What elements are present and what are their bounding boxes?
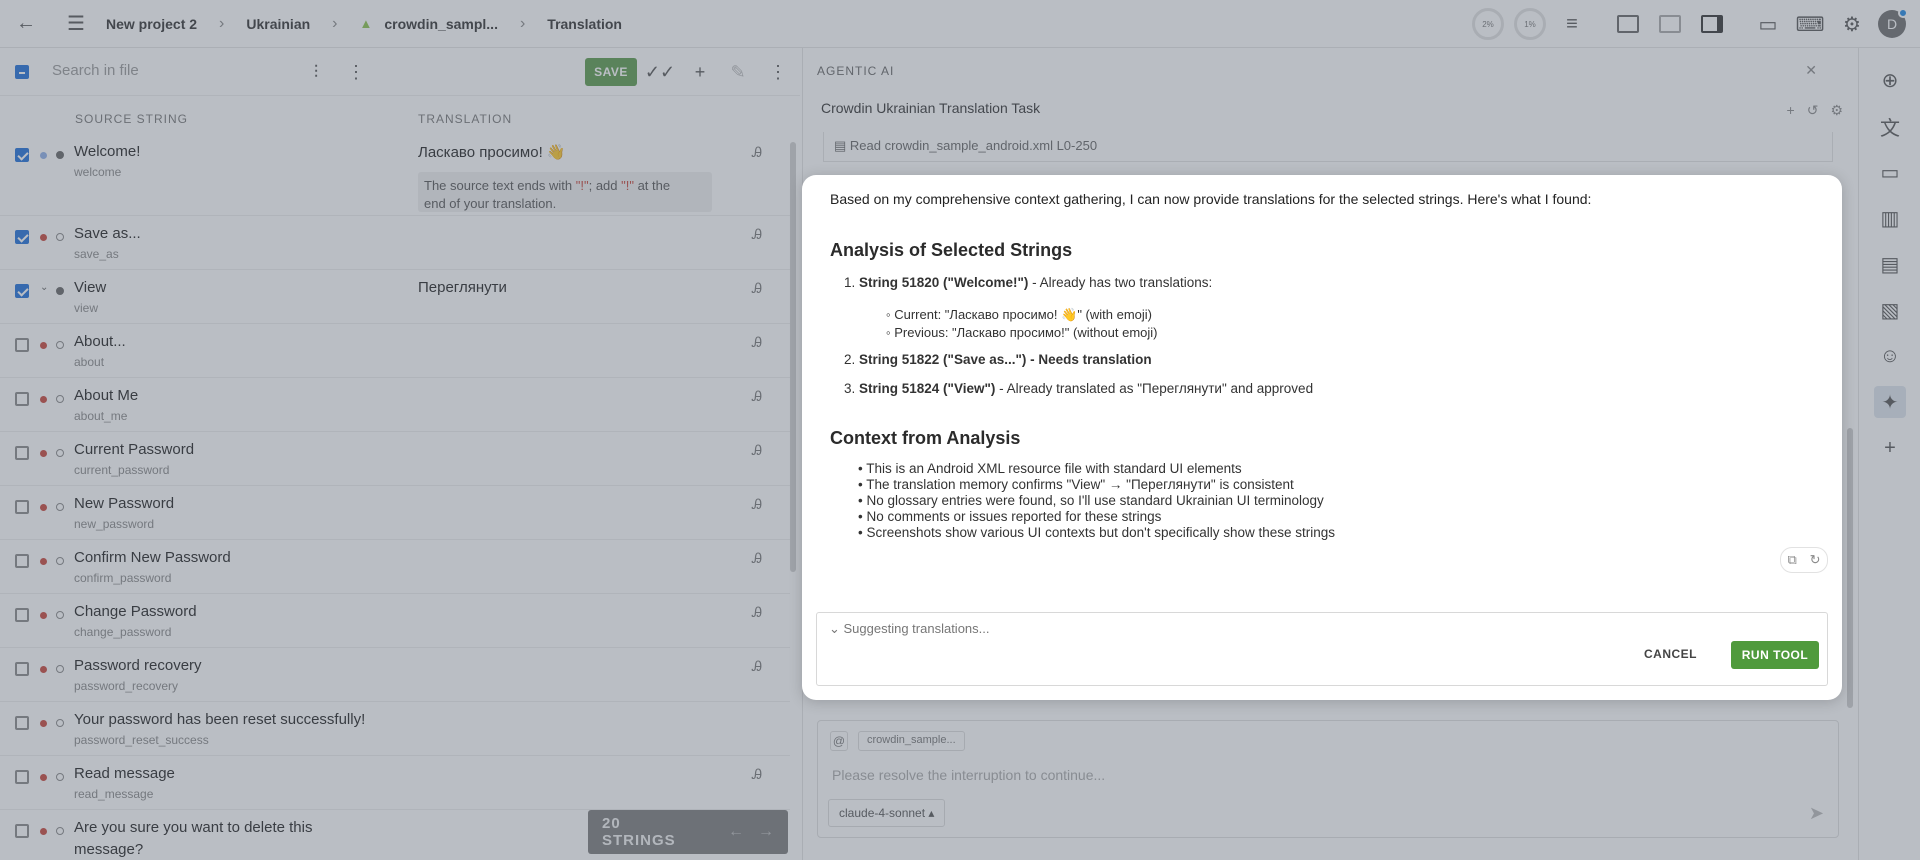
list-item: The translation memory confirms "View" →… — [858, 477, 1335, 493]
copy-icon[interactable]: ⧉ — [1787, 552, 1796, 568]
chevron-down-icon: ⌄ — [829, 621, 844, 636]
cancel-button[interactable]: CANCEL — [1644, 647, 1697, 661]
list-item: No glossary entries were found, so I'll … — [858, 493, 1335, 509]
message-actions: ⧉ ↻ — [1780, 547, 1828, 573]
list-item: This is an Android XML resource file wit… — [858, 461, 1335, 477]
list-item: Screenshots show various UI contexts but… — [858, 525, 1335, 541]
list-item: ◦ Previous: "Ласкаво просимо!" (without … — [886, 325, 1158, 340]
intro-text: Based on my comprehensive context gather… — [830, 191, 1592, 207]
list-item: No comments or issues reported for these… — [858, 509, 1335, 525]
tool-confirmation-dialog: Based on my comprehensive context gather… — [802, 175, 1842, 700]
heading-analysis: Analysis of Selected Strings — [830, 240, 1073, 260]
tool-call-box: ⌄ Suggesting translations... CANCEL RUN … — [816, 612, 1828, 686]
list-item: ◦ Current: "Ласкаво просимо! 👋" (with em… — [886, 307, 1153, 322]
refresh-icon[interactable]: ↻ — [1810, 552, 1821, 568]
context-list: This is an Android XML resource file wit… — [858, 461, 1335, 541]
list-item: 1. String 51820 ("Welcome!") - Already h… — [844, 275, 1213, 290]
tool-status[interactable]: ⌄ Suggesting translations... — [829, 621, 990, 637]
run-tool-button[interactable]: RUN TOOL — [1731, 641, 1819, 669]
heading-context: Context from Analysis — [830, 428, 1021, 448]
